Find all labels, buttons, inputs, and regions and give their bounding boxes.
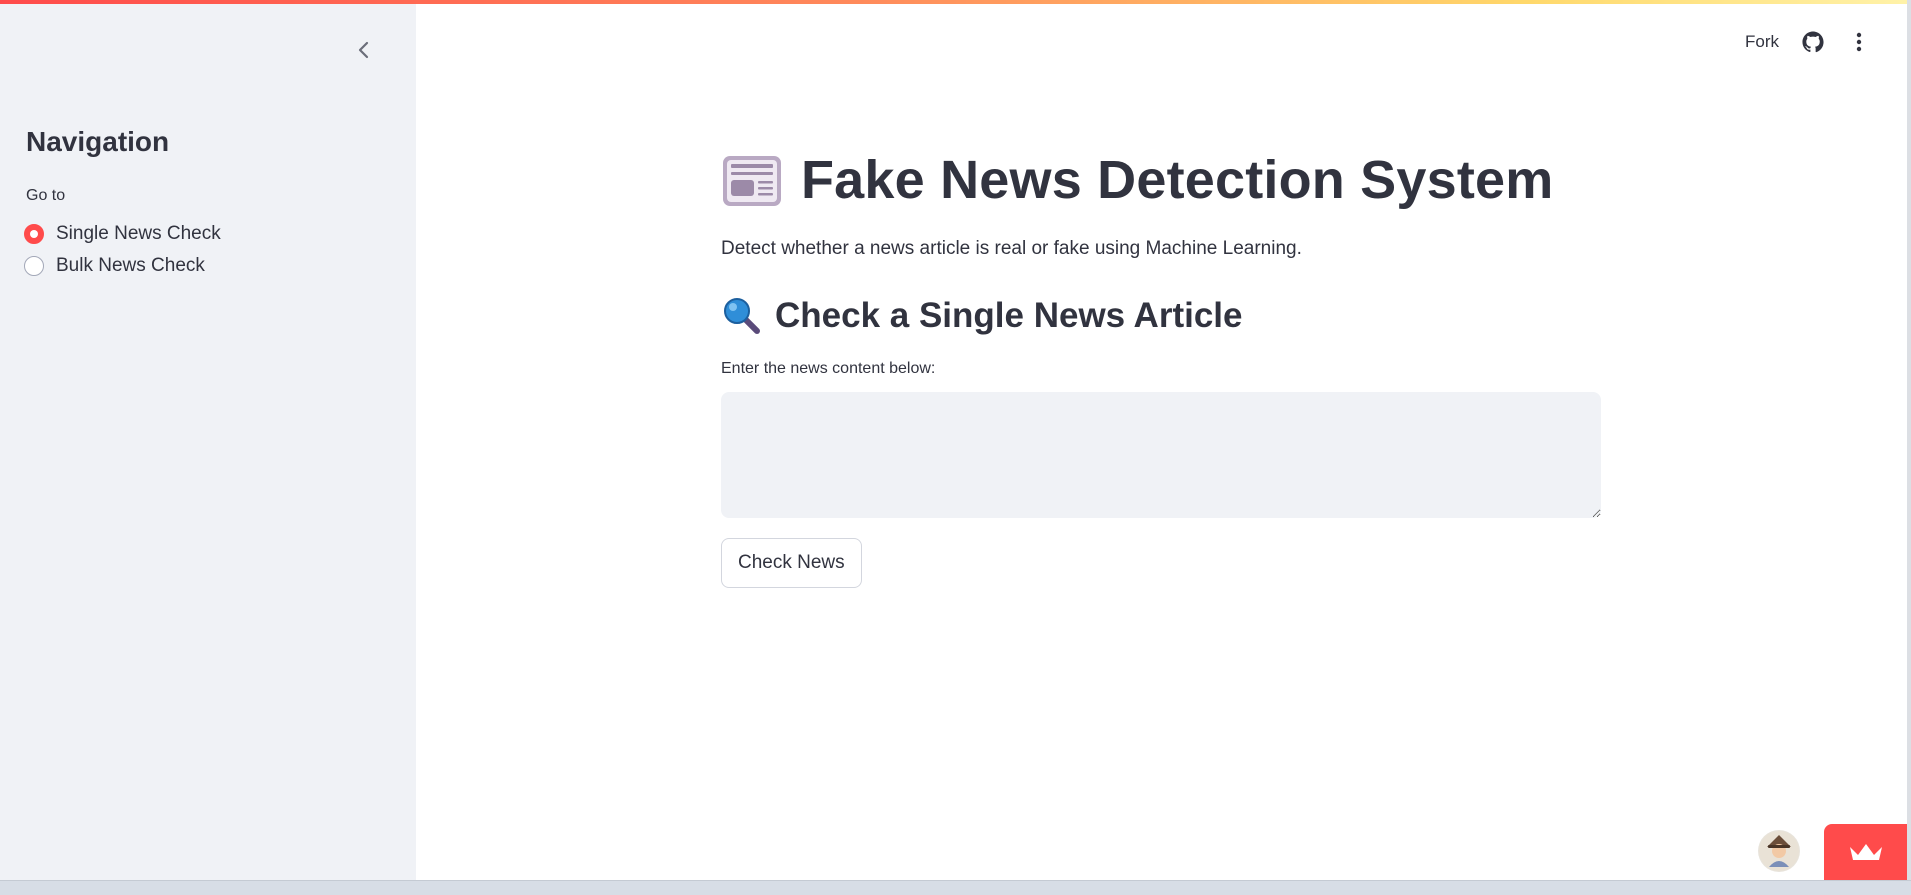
crown-icon (1849, 844, 1882, 860)
sidebar: Navigation Go to Single News Check Bulk … (0, 0, 416, 880)
section-title: Check a Single News Article (775, 296, 1243, 335)
title-row: Fake News Detection System (721, 140, 1601, 220)
sidebar-title: Navigation (26, 126, 170, 157)
avatar[interactable] (1758, 830, 1800, 872)
streamlit-badge[interactable] (1824, 824, 1907, 880)
news-content-textarea[interactable] (721, 392, 1601, 518)
page-subtitle: Detect whether a news article is real or… (721, 238, 1302, 259)
more-options-icon[interactable] (1847, 30, 1871, 54)
github-icon[interactable] (1801, 30, 1825, 54)
check-news-button[interactable]: Check News (721, 538, 862, 588)
fork-link[interactable]: Fork (1745, 32, 1779, 52)
app-window: Navigation Go to Single News Check Bulk … (0, 0, 1911, 895)
avatar-icon (1759, 831, 1799, 871)
section-header: Check a Single News Article (721, 294, 1601, 338)
radio-bulk-news-check[interactable]: Bulk News Check (24, 252, 205, 280)
radio-label: Single News Check (56, 223, 221, 244)
magnifier-icon (724, 298, 760, 334)
radio-button-unchecked[interactable] (24, 256, 44, 276)
news-content-label: Enter the news content below: (721, 360, 936, 377)
header-toolbar: Fork (1745, 30, 1871, 54)
header-decoration (0, 0, 1907, 4)
taskbar (0, 880, 1911, 895)
window-edge (1907, 0, 1911, 895)
newspaper-icon (723, 156, 781, 206)
radio-label: Bulk News Check (56, 255, 205, 276)
radio-single-news-check[interactable]: Single News Check (24, 220, 221, 248)
page-title: Fake News Detection System (801, 150, 1554, 210)
radio-group-label: Go to (26, 187, 66, 204)
chevron-left-icon (358, 41, 369, 59)
radio-button-checked[interactable] (24, 224, 44, 244)
main-content: Fake News Detection System Detect whethe… (721, 140, 1601, 588)
collapse-sidebar-button[interactable] (352, 36, 376, 64)
